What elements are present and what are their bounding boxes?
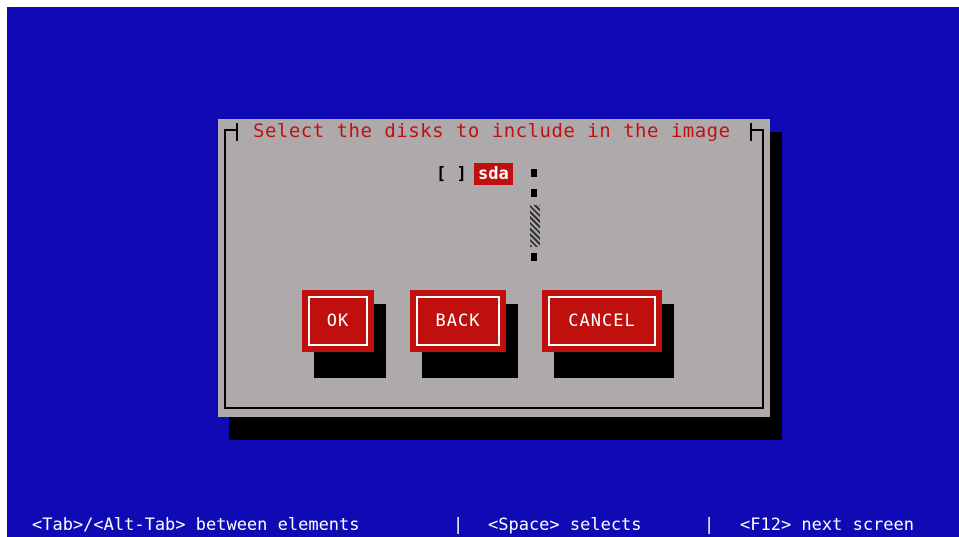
back-button-label: BACK: [416, 296, 500, 346]
help-separator-2: |: [704, 515, 715, 535]
dialog-title: Select the disks to include in the image: [253, 120, 731, 142]
frame-corner-left: [224, 129, 236, 131]
ok-button[interactable]: OK: [302, 290, 374, 352]
ok-button-label: OK: [308, 296, 368, 346]
cancel-button[interactable]: CANCEL: [542, 290, 662, 352]
scroll-up-arrow[interactable]: [531, 169, 537, 177]
help-tab-hint: <Tab>/<Alt-Tab> between elements: [32, 515, 360, 535]
scroll-up-marker: [531, 189, 537, 197]
frame-tick-right: [750, 123, 752, 141]
back-button[interactable]: BACK: [410, 290, 506, 352]
scroll-down-arrow[interactable]: [531, 253, 537, 261]
installer-screen: Select the disks to include in the image…: [7, 7, 959, 537]
disk-checkbox[interactable]: [ ]: [436, 163, 474, 185]
disk-list-item-sda[interactable]: [ ] sda: [436, 163, 513, 185]
help-separator-1: |: [453, 515, 464, 535]
cancel-button-label: CANCEL: [548, 296, 656, 346]
frame-corner-right: [752, 129, 764, 131]
scrollbar-thumb[interactable]: [530, 205, 540, 247]
disk-selection-dialog: Select the disks to include in the image…: [218, 119, 770, 417]
help-space-hint: <Space> selects: [488, 515, 642, 535]
help-f12-hint: <F12> next screen: [740, 515, 914, 535]
help-bar: <Tab>/<Alt-Tab> between elements | <Spac…: [7, 513, 959, 537]
frame-tick-left: [236, 123, 238, 141]
disk-label[interactable]: sda: [474, 163, 513, 185]
